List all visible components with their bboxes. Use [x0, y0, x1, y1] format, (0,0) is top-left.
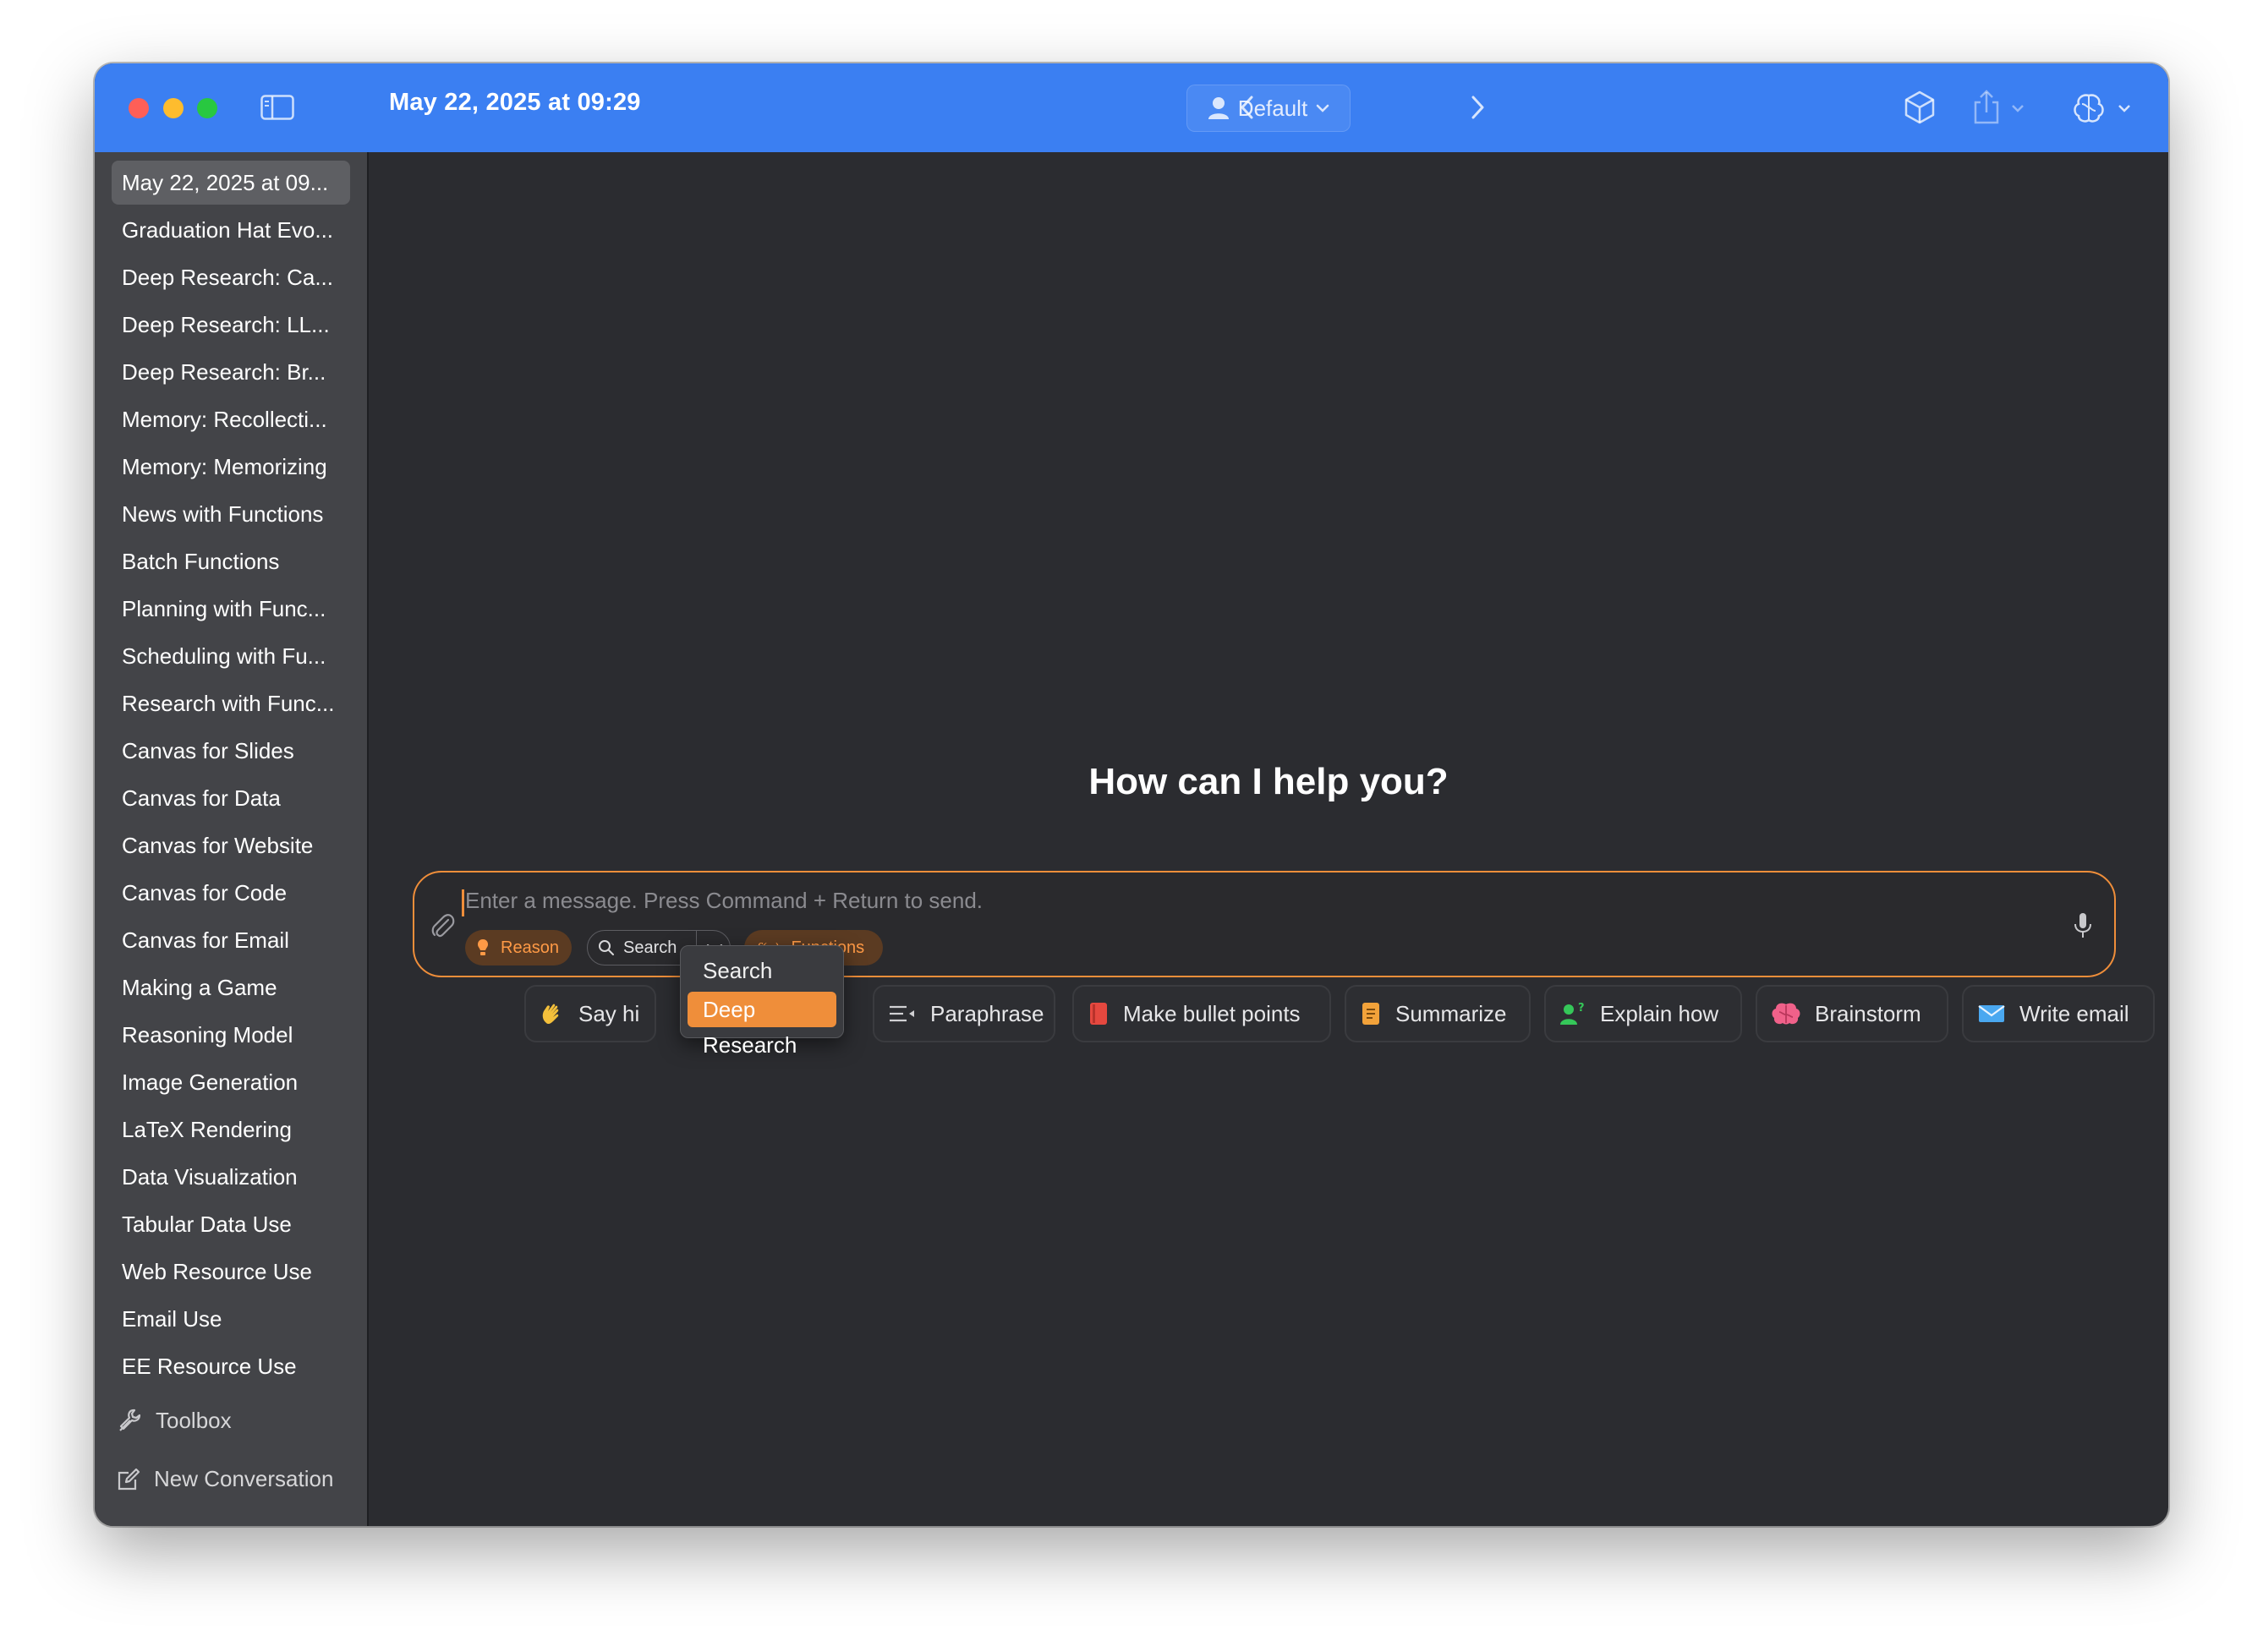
conversation-item[interactable]: Email Use — [112, 1297, 350, 1341]
reason-toggle[interactable]: Reason — [465, 930, 572, 965]
conversation-item[interactable]: LaTeX Rendering — [112, 1108, 350, 1151]
microphone-icon[interactable] — [2072, 911, 2094, 940]
share-icon[interactable] — [1970, 89, 2031, 126]
lightbulb-icon — [478, 939, 488, 955]
envelope-icon — [1978, 1005, 2005, 1022]
orange-document-icon — [1362, 1003, 1379, 1025]
new-conversation-label: New Conversation — [154, 1466, 334, 1491]
suggestion-label: Say hi — [578, 1000, 640, 1026]
conversation-item[interactable]: Making a Game — [112, 965, 350, 1009]
conversation-item[interactable]: May 22, 2025 at 09... — [112, 161, 350, 205]
suggestion-say-hi[interactable]: Say hi — [524, 985, 656, 1042]
conversation-item[interactable]: Research with Func... — [112, 681, 350, 725]
conversation-item[interactable]: Deep Research: Ca... — [112, 255, 350, 299]
suggestion-label: Summarize — [1395, 1000, 1507, 1026]
message-composer[interactable]: Enter a message. Press Command + Return … — [413, 871, 2116, 977]
cube-icon[interactable] — [1903, 89, 1937, 126]
conversation-item[interactable]: Tabular Data Use — [112, 1202, 350, 1246]
suggestion-label: Write email — [2019, 1000, 2129, 1026]
app-window: May 22, 2025 at 09:29 Default May 22, 20… — [95, 63, 2168, 1526]
suggestion-label: Explain how — [1600, 1000, 1719, 1026]
conversation-item[interactable]: Web Resource Use — [112, 1250, 350, 1294]
window-title: May 22, 2025 at 09:29 — [389, 89, 641, 116]
conversation-item[interactable]: Memory: Memorizing — [112, 445, 350, 489]
conversation-item[interactable]: Deep Research: LL... — [112, 303, 350, 347]
conversation-item[interactable]: Canvas for Data — [112, 776, 350, 820]
suggestion-paraphrase[interactable]: Paraphrase — [873, 985, 1055, 1042]
conversation-item[interactable]: Planning with Func... — [112, 587, 350, 631]
waving-hand-icon — [542, 1004, 559, 1025]
conversation-item[interactable]: Canvas for Code — [112, 871, 350, 915]
compose-icon — [118, 1468, 140, 1490]
conversation-item[interactable]: Batch Functions — [112, 539, 350, 583]
welcome-heading: How can I help you? — [1088, 761, 1449, 802]
paperclip-icon[interactable] — [430, 911, 455, 940]
brain-icon[interactable] — [2070, 89, 2138, 126]
menu-item-search[interactable]: Search — [688, 953, 836, 988]
main-content: How can I help you? Enter a message. Pre… — [369, 152, 2168, 1526]
suggestion-label: Make bullet points — [1123, 1000, 1301, 1026]
sidebar: May 22, 2025 at 09... Graduation Hat Evo… — [95, 152, 369, 1526]
brain-icon — [1772, 1003, 1800, 1025]
red-book-icon — [1090, 1003, 1107, 1025]
title-bar: May 22, 2025 at 09:29 Default — [95, 63, 2168, 152]
conversation-item[interactable]: Image Generation — [112, 1060, 350, 1104]
search-label: Search — [623, 938, 677, 957]
reason-label: Reason — [501, 938, 559, 957]
conversation-item[interactable]: Reasoning Model — [112, 1013, 350, 1057]
conversation-item[interactable]: Scheduling with Fu... — [112, 634, 350, 678]
sidebar-toggle-icon[interactable] — [260, 95, 294, 120]
new-conversation-button[interactable]: New Conversation — [117, 1466, 333, 1492]
toolbox-label: Toolbox — [156, 1407, 232, 1433]
profile-label: Default — [1237, 95, 1308, 121]
suggestion-summarize[interactable]: Summarize — [1345, 985, 1531, 1042]
search-mode-menu: Search Deep Research — [680, 945, 844, 1058]
close-window-button[interactable] — [129, 98, 149, 118]
suggestion-make-bullet-points[interactable]: Make bullet points — [1072, 985, 1331, 1042]
conversation-item[interactable]: Canvas for Slides — [112, 729, 350, 773]
conversation-item[interactable]: Canvas for Email — [112, 918, 350, 962]
message-input-placeholder[interactable]: Enter a message. Press Command + Return … — [465, 888, 983, 914]
search-icon — [599, 940, 614, 955]
suggestion-label: Paraphrase — [930, 1000, 1044, 1026]
chevron-right-icon[interactable] — [1465, 92, 1490, 123]
conversation-item[interactable]: Graduation Hat Evo... — [112, 208, 350, 252]
text-lines-icon — [890, 1005, 914, 1022]
suggestion-explain-how[interactable]: ? Explain how — [1544, 985, 1742, 1042]
conversation-item[interactable]: Data Visualization — [112, 1155, 350, 1199]
suggestion-write-email[interactable]: Write email — [1962, 985, 2155, 1042]
conversation-item[interactable]: Canvas for Website — [112, 823, 350, 867]
chevron-down-icon — [1316, 104, 1329, 112]
zoom-window-button[interactable] — [197, 98, 217, 118]
menu-item-deep-research[interactable]: Deep Research — [688, 992, 836, 1058]
person-icon — [1208, 97, 1229, 119]
suggestion-label: Brainstorm — [1815, 1000, 1921, 1026]
conversation-item[interactable]: News with Functions — [112, 492, 350, 536]
profile-selector[interactable]: Default — [1186, 85, 1351, 132]
person-question-icon: ? — [1560, 1002, 1585, 1025]
text-cursor — [462, 889, 464, 916]
toolbox-button[interactable]: Toolbox — [117, 1407, 232, 1434]
svg-text:?: ? — [1578, 1002, 1585, 1015]
conversation-item[interactable]: Deep Research: Br... — [112, 350, 350, 394]
suggestion-brainstorm[interactable]: Brainstorm — [1756, 985, 1948, 1042]
conversation-item[interactable]: EE Resource Use — [112, 1344, 350, 1388]
minimize-window-button[interactable] — [163, 98, 184, 118]
wrench-icon — [119, 1409, 141, 1431]
conversation-item[interactable]: Memory: Recollecti... — [112, 397, 350, 441]
